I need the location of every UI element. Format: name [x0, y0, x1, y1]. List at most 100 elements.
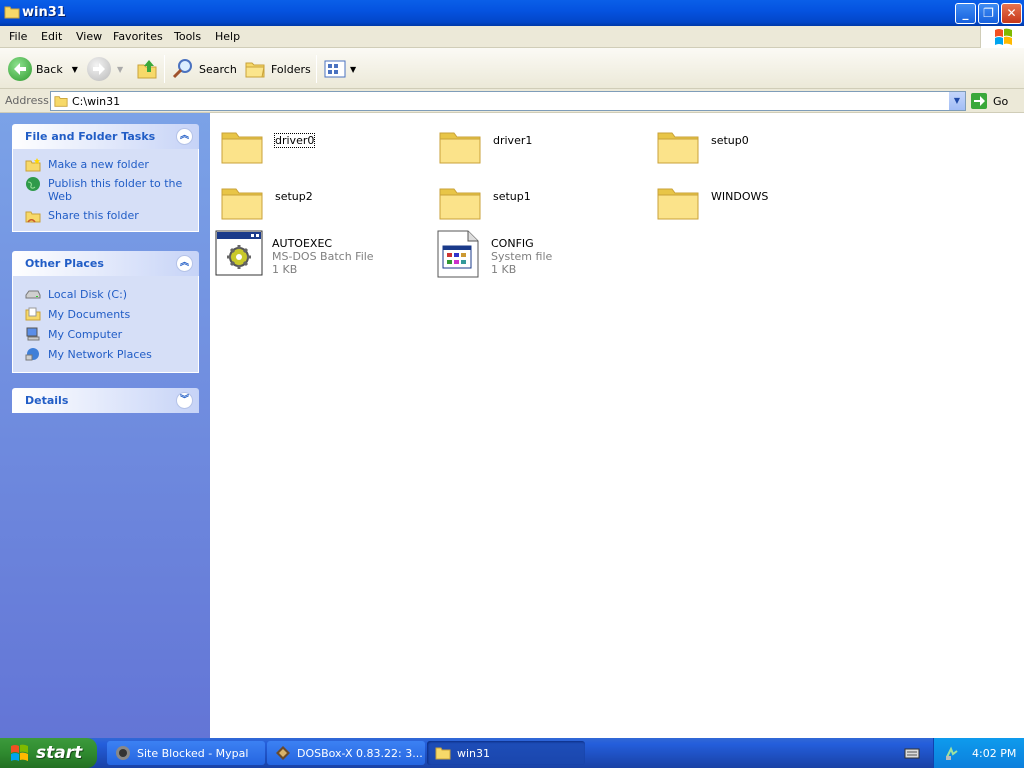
title-bar[interactable]: win31 _ ❐ ✕ — [0, 0, 1024, 26]
hard-disk-icon — [25, 290, 41, 299]
forward-dropdown-icon[interactable]: ▼ — [117, 65, 123, 74]
folder-item-driver1[interactable]: driver1 — [436, 123, 646, 173]
file-list[interactable]: driver0 driver1 setup0 setup2 setup1 WIN… — [210, 113, 1024, 738]
item-type: System file — [491, 250, 553, 263]
clock[interactable]: 4:02 PM — [972, 747, 1016, 760]
item-name: driver0 — [273, 133, 316, 148]
back-label: Back — [36, 62, 63, 76]
taskbar-item-label: win31 — [457, 746, 491, 760]
back-dropdown-icon[interactable]: ▼ — [72, 65, 78, 74]
menu-edit[interactable]: Edit — [41, 30, 62, 43]
back-button[interactable]: Back ▼ — [8, 55, 78, 83]
local-disk-label: Local Disk (C:) — [48, 288, 128, 301]
folder-icon — [435, 747, 451, 760]
forward-arrow-icon — [87, 57, 111, 81]
item-size: 1 KB — [272, 263, 298, 276]
menu-view[interactable]: View — [76, 30, 102, 43]
my-documents-label: My Documents — [48, 308, 131, 321]
system-tray: 4:02 PM — [933, 738, 1024, 768]
up-folder-button[interactable] — [135, 55, 159, 83]
my-computer-icon — [26, 327, 40, 341]
details-header[interactable]: Details ︾ — [12, 388, 199, 413]
minimize-button[interactable]: _ — [955, 3, 976, 24]
share-folder-label: Share this folder — [48, 209, 139, 222]
folder-icon — [54, 96, 68, 107]
menu-tools[interactable]: Tools — [174, 30, 201, 43]
panel-title: Other Places — [25, 257, 104, 270]
item-name: setup1 — [493, 190, 531, 203]
folders-label: Folders — [271, 62, 311, 76]
my-network-places-link[interactable]: My Network Places — [13, 344, 198, 364]
file-item-config[interactable]: CONFIG System file 1 KB — [434, 230, 644, 280]
search-button[interactable]: Search — [171, 55, 237, 83]
views-button[interactable]: ▼ — [323, 55, 356, 83]
share-folder-link[interactable]: Share this folder — [13, 206, 198, 225]
item-size: 1 KB — [491, 263, 517, 276]
make-new-folder-label: Make a new folder — [48, 158, 149, 171]
taskbar-item-mypal[interactable]: Site Blocked - Mypal — [107, 741, 265, 765]
network-icon[interactable] — [944, 745, 960, 761]
my-documents-icon — [25, 307, 41, 321]
my-computer-link[interactable]: My Computer — [13, 324, 198, 344]
folder-item-setup2[interactable]: setup2 — [218, 179, 428, 229]
views-dropdown-icon: ▼ — [350, 64, 357, 74]
close-button[interactable]: ✕ — [1001, 3, 1022, 24]
folder-icon — [221, 132, 263, 164]
item-name: driver1 — [493, 134, 533, 147]
taskbar-item-label: DOSBox-X 0.83.22: 3... — [297, 746, 423, 760]
folders-button[interactable]: Folders — [243, 55, 311, 83]
task-pane: File and Folder Tasks ︽ Make a new folde… — [0, 113, 210, 738]
taskbar-item-label: Site Blocked - Mypal — [137, 746, 249, 760]
publish-folder-link[interactable]: Publish this folder to the Web — [13, 174, 198, 206]
search-label: Search — [199, 62, 237, 76]
address-label: Address — [5, 94, 49, 107]
folder-icon — [657, 188, 699, 220]
make-new-folder-link[interactable]: Make a new folder — [13, 155, 198, 174]
other-places-header[interactable]: Other Places ︽ — [12, 251, 199, 276]
folder-icon — [439, 132, 481, 164]
folder-icon — [657, 132, 699, 164]
dosbox-icon — [276, 746, 290, 760]
windows-logo-icon — [11, 744, 28, 761]
folder-item-windows[interactable]: WINDOWS — [654, 179, 864, 229]
item-name: AUTOEXEC — [272, 237, 333, 250]
menu-help[interactable]: Help — [215, 30, 240, 43]
file-item-autoexec[interactable]: AUTOEXEC MS-DOS Batch File 1 KB — [215, 230, 425, 280]
taskbar: start Site Blocked - Mypal DOSBox-X 0.83… — [0, 738, 1024, 768]
folder-item-setup0[interactable]: setup0 — [654, 123, 864, 173]
batch-file-icon — [215, 230, 263, 276]
go-button[interactable]: Go — [970, 91, 1008, 111]
back-arrow-icon — [8, 57, 32, 81]
new-folder-icon — [25, 158, 41, 172]
address-input[interactable]: C:\win31 ▼ — [50, 91, 966, 111]
restore-button[interactable]: ❐ — [978, 3, 999, 24]
expand-icon[interactable]: ︾ — [176, 392, 193, 409]
forward-button[interactable]: ▼ — [87, 55, 123, 83]
panel-title: File and Folder Tasks — [25, 130, 156, 143]
start-label: start — [36, 743, 83, 763]
folder-icon — [4, 6, 20, 19]
folder-item-setup1[interactable]: setup1 — [436, 179, 646, 229]
collapse-icon[interactable]: ︽ — [176, 128, 193, 145]
publish-folder-label: Publish this folder to the Web — [48, 177, 183, 203]
search-icon — [172, 59, 192, 79]
folder-item-driver0[interactable]: driver0 — [218, 123, 428, 173]
local-disk-link[interactable]: Local Disk (C:) — [13, 284, 198, 304]
windows-logo-icon — [980, 26, 1024, 48]
go-arrow-icon — [971, 93, 987, 109]
collapse-icon[interactable]: ︽ — [176, 255, 193, 272]
item-name: setup0 — [711, 134, 749, 147]
my-documents-link[interactable]: My Documents — [13, 304, 198, 324]
start-button[interactable]: start — [0, 738, 97, 768]
menu-favorites[interactable]: Favorites — [113, 30, 163, 43]
taskbar-item-win31[interactable]: win31 — [427, 741, 585, 765]
my-network-places-label: My Network Places — [48, 348, 152, 361]
other-places-panel: Other Places ︽ Local Disk (C:) My Docume… — [12, 251, 199, 373]
file-folder-tasks-header[interactable]: File and Folder Tasks ︽ — [12, 124, 199, 149]
address-dropdown-icon[interactable]: ▼ — [948, 92, 965, 110]
go-label: Go — [993, 94, 1009, 108]
keyboard-icon[interactable] — [904, 746, 920, 760]
views-icon — [324, 60, 346, 78]
taskbar-item-dosbox[interactable]: DOSBox-X 0.83.22: 3... — [267, 741, 425, 765]
menu-file[interactable]: File — [9, 30, 27, 43]
